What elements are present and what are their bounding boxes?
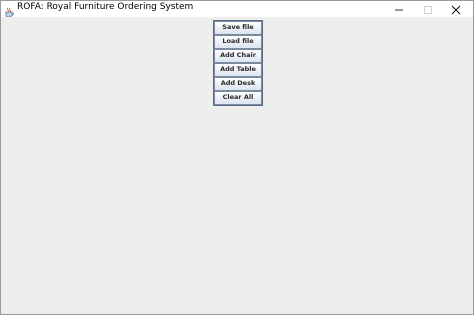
load-file-button[interactable]: Load file [214, 35, 262, 49]
button-panel: Save file Load file Add Chair Add Table … [213, 20, 263, 106]
minimize-icon [394, 0, 404, 19]
add-desk-button[interactable]: Add Desk [214, 77, 262, 91]
window-title: ROFA: Royal Furniture Ordering System [17, 2, 194, 12]
add-table-button[interactable]: Add Table [214, 63, 262, 77]
clear-all-button[interactable]: Clear All [214, 91, 262, 105]
drawing-area[interactable]: Save file Load file Add Chair Add Table … [1, 17, 473, 314]
close-button[interactable] [439, 1, 473, 17]
close-icon [451, 0, 461, 19]
app-window: ROFA: Royal Furniture Ordering System Sa… [0, 0, 474, 315]
add-chair-button[interactable]: Add Chair [214, 49, 262, 63]
java-cup-icon [4, 3, 15, 18]
maximize-icon [423, 0, 433, 19]
title-bar[interactable]: ROFA: Royal Furniture Ordering System [1, 0, 473, 19]
save-file-button[interactable]: Save file [214, 21, 262, 35]
